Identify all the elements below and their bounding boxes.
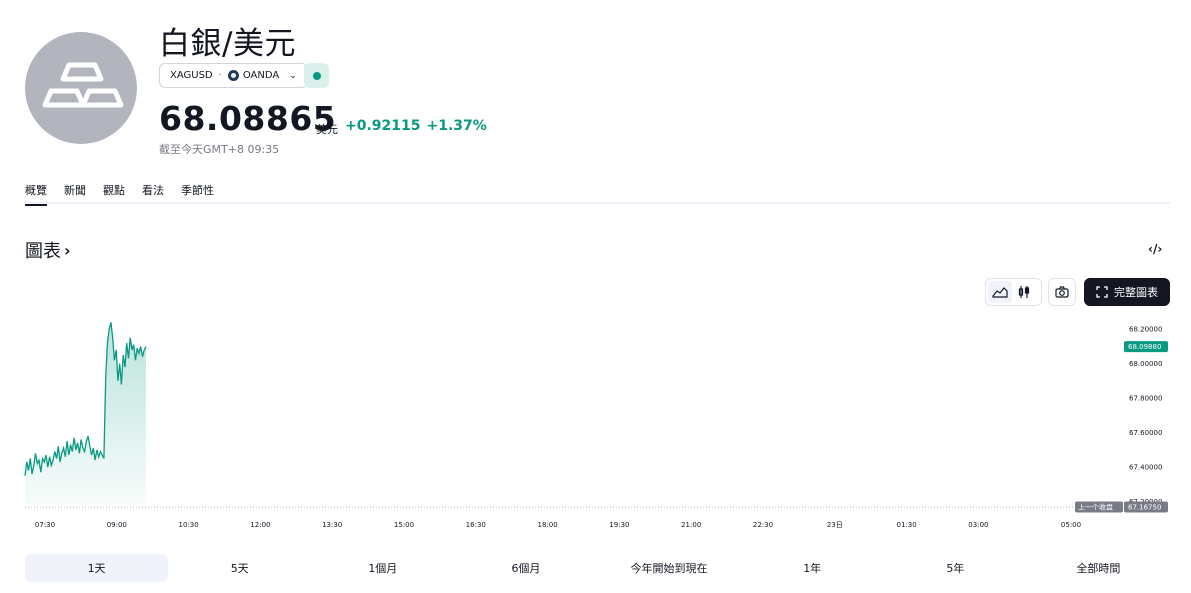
y-tick-label: 68.00000: [1129, 360, 1162, 368]
exchange-label: OANDA: [242, 70, 280, 81]
exchange-logo-icon: [227, 70, 239, 81]
chevron-down-icon: ⌄: [289, 70, 297, 81]
symbol-exchange-selector[interactable]: XAGUSD · OANDA ⌄: [159, 63, 308, 88]
range-1m[interactable]: 1個月: [311, 554, 454, 582]
range-6m[interactable]: 6個月: [454, 554, 597, 582]
prev-close-tag: 上一个收盘 67.16750: [1075, 501, 1168, 513]
range-5y[interactable]: 5年: [884, 554, 1027, 582]
y-tick-label: 67.60000: [1129, 429, 1162, 437]
separator-dot: ·: [218, 70, 222, 81]
silver-bars-icon: [25, 32, 137, 144]
prev-close-value: 67.16750: [1128, 504, 1161, 512]
y-tick-label: 67.40000: [1129, 464, 1162, 472]
last-price-label: 68.09880: [1128, 343, 1161, 351]
x-tick-label: 13:30: [322, 521, 342, 529]
chart-style-toggle: [985, 278, 1042, 306]
x-tick-label: 10:30: [179, 521, 199, 529]
candlestick-icon[interactable]: [1012, 281, 1036, 303]
market-status-badge[interactable]: [304, 63, 329, 88]
x-tick-label: 15:00: [394, 521, 414, 529]
x-tick-label: 22:30: [753, 521, 773, 529]
x-tick-label: 01:30: [897, 521, 917, 529]
x-tick-label: 19:30: [609, 521, 629, 529]
range-ytd[interactable]: 今年開始到現在: [598, 554, 741, 582]
chart-section-title[interactable]: 圖表 ›: [25, 237, 71, 263]
full-chart-label: 完整圖表: [1114, 286, 1158, 299]
price-change: +0.92115 +1.37%: [345, 118, 493, 134]
chevron-right-icon: ›: [64, 240, 71, 260]
page-title: 白銀/美元: [159, 26, 296, 62]
x-tick-label: 23日: [827, 521, 843, 529]
range-all[interactable]: 全部時間: [1027, 554, 1170, 582]
x-tick-label: 07:30: [35, 521, 55, 529]
x-tick-label: 03:00: [968, 521, 988, 529]
last-price-tag: 68.09880: [1124, 341, 1168, 353]
x-tick-label: 16:30: [466, 521, 486, 529]
x-tick-label: 18:00: [538, 521, 558, 529]
fullscreen-icon: [1096, 286, 1108, 298]
change-absolute: +0.92115: [345, 118, 421, 134]
prev-close-label: 上一个收盘: [1078, 503, 1113, 512]
area-chart-icon[interactable]: [988, 281, 1012, 303]
tabs-divider: [25, 202, 1170, 204]
x-tick-label: 09:00: [107, 521, 127, 529]
symbol-label: XAGUSD: [170, 70, 213, 81]
range-5d[interactable]: 5天: [168, 554, 311, 582]
time-range-selector: 1天 5天 1個月 6個月 今年開始到現在 1年 5年 全部時間: [25, 554, 1170, 582]
chart-title-label: 圖表: [25, 241, 61, 262]
x-tick-label: 21:00: [681, 521, 701, 529]
range-1d[interactable]: 1天: [25, 554, 169, 582]
full-chart-button[interactable]: 完整圖表: [1084, 278, 1170, 306]
x-tick-label: 05:00: [1061, 521, 1081, 529]
currency-label: 美元: [316, 123, 338, 136]
market-open-dot-icon: [312, 71, 321, 80]
as-of-timestamp: 截至今天GMT+8 09:35: [159, 143, 280, 156]
y-tick-label: 68.20000: [1129, 326, 1162, 334]
camera-icon[interactable]: [1048, 278, 1076, 306]
x-tick-label: 12:00: [250, 521, 270, 529]
price-chart[interactable]: 68.20000 68.00000 67.80000 67.60000 67.40000…: [0, 310, 1191, 535]
range-1y[interactable]: 1年: [741, 554, 884, 582]
change-percent: +1.37%: [426, 118, 487, 134]
current-price: 68.08865: [159, 99, 337, 138]
y-tick-label: 67.80000: [1129, 395, 1162, 403]
code-embed-icon[interactable]: ‹/›: [1148, 242, 1162, 256]
